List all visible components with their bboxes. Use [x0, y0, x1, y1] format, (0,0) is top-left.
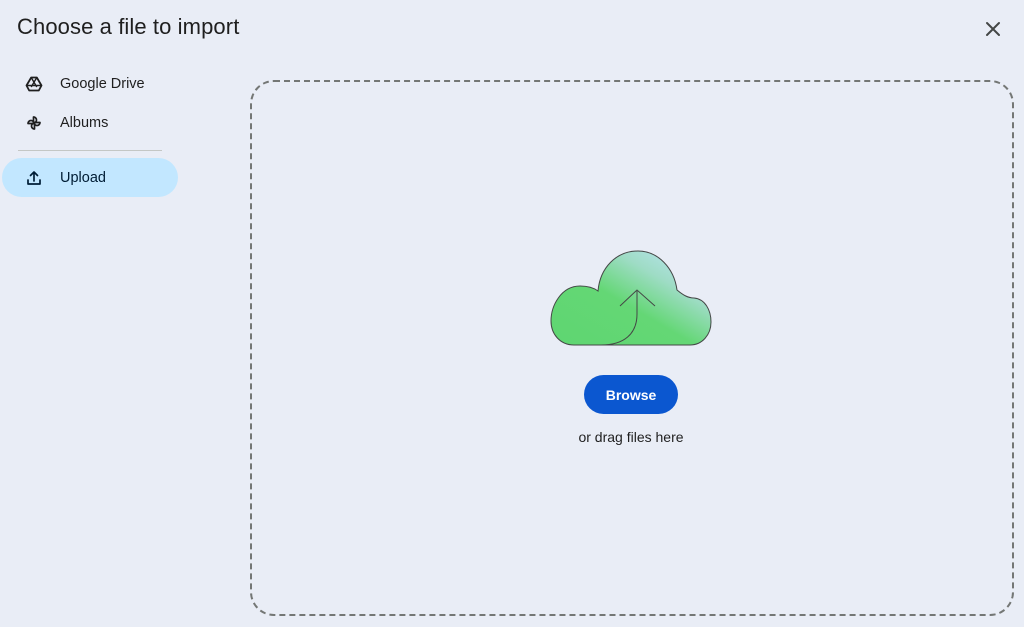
sidebar: Google Drive Albums Upload [0, 0, 200, 627]
sidebar-item-upload[interactable]: Upload [2, 158, 178, 197]
close-icon [986, 22, 1000, 36]
file-drop-zone[interactable] [250, 80, 1014, 616]
sidebar-item-label: Albums [60, 114, 109, 131]
sidebar-item-google-drive[interactable]: Google Drive [2, 64, 178, 103]
upload-icon [25, 169, 43, 187]
import-dialog: Choose a file to import Google Drive Alb… [0, 0, 1024, 627]
drag-files-hint: or drag files here [578, 429, 684, 445]
sidebar-item-label: Upload [60, 169, 106, 186]
sidebar-divider [18, 150, 162, 151]
browse-button[interactable]: Browse [584, 375, 678, 414]
google-drive-icon [25, 75, 43, 93]
sidebar-item-label: Google Drive [60, 75, 145, 92]
sidebar-item-albums[interactable]: Albums [2, 103, 178, 142]
close-button[interactable] [979, 15, 1007, 43]
pinwheel-albums-icon [25, 114, 43, 132]
cloud-upload-icon [550, 250, 712, 346]
